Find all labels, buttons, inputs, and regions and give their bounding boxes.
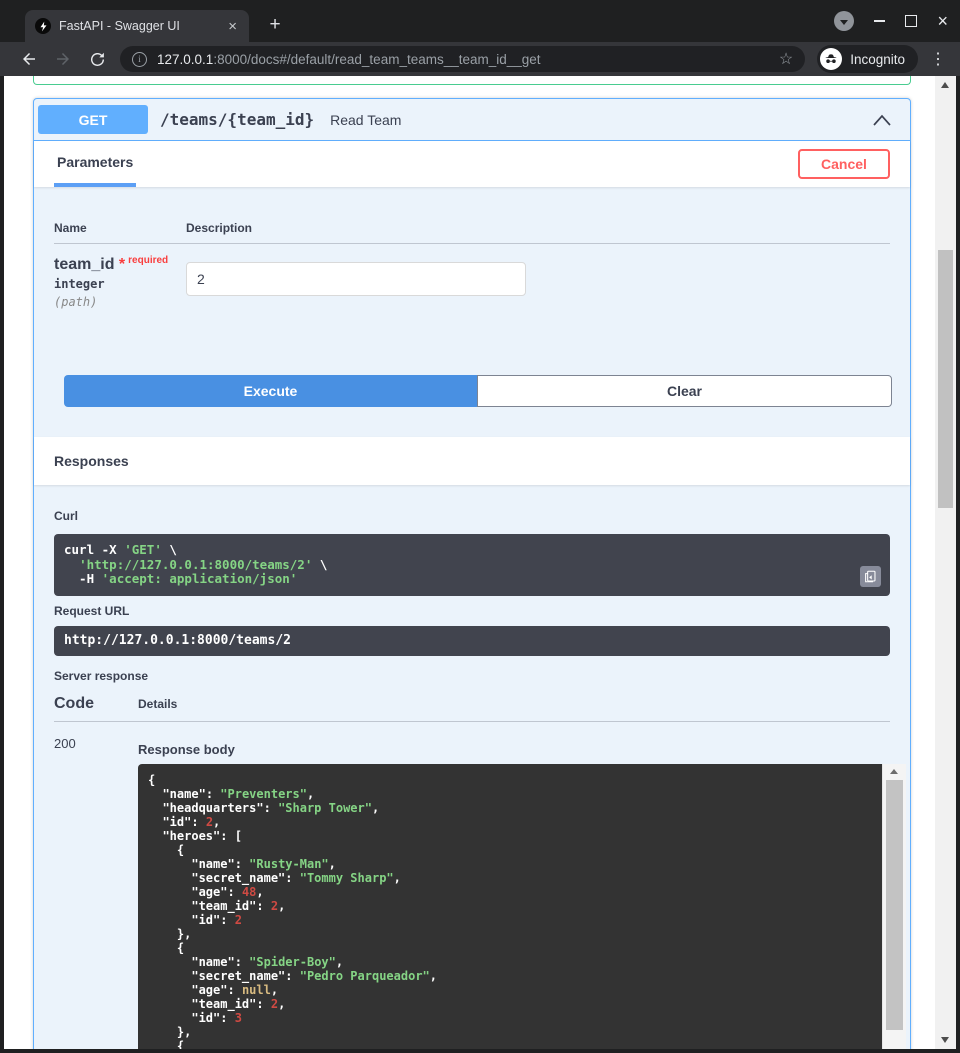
site-info-icon[interactable]: i — [132, 52, 147, 67]
forward-arrow-icon — [54, 50, 72, 68]
tab-search-button[interactable] — [834, 11, 854, 31]
new-tab-button[interactable]: + — [262, 12, 288, 38]
column-code: Code — [54, 695, 138, 713]
column-name: Name — [54, 221, 186, 235]
table-divider — [54, 243, 890, 244]
parameter-row: team_id *required integer (path) — [54, 255, 890, 309]
tab-parameters[interactable]: Parameters — [54, 141, 136, 187]
browser-toolbar: i 127.0.0.1:8000/docs#/default/read_team… — [0, 42, 960, 76]
response-body-block: { "name": "Preventers", "headquarters": … — [138, 764, 906, 1049]
incognito-badge: Incognito — [817, 45, 918, 73]
scroll-up-arrow-icon[interactable] — [941, 82, 949, 88]
scroll-down-arrow-icon[interactable] — [941, 1037, 949, 1043]
tab-title: FastAPI - Swagger UI — [59, 19, 226, 33]
parameters-table-header: Name Description — [54, 221, 890, 235]
maximize-button[interactable] — [905, 15, 917, 27]
page-scrollbar-thumb[interactable] — [938, 250, 953, 508]
scroll-up-arrow-icon[interactable] — [890, 769, 898, 774]
curl-command-block: curl -X 'GET' \ 'http://127.0.0.1:8000/t… — [54, 534, 890, 596]
status-code: 200 — [54, 734, 138, 1049]
response-body-scrollbar[interactable] — [882, 764, 906, 1049]
address-bar[interactable]: i 127.0.0.1:8000/docs#/default/read_team… — [120, 46, 805, 72]
bookmark-star-icon[interactable]: ☆ — [779, 49, 793, 69]
request-url-label: Request URL — [54, 604, 890, 618]
fastapi-logo-icon — [35, 18, 51, 34]
response-body-json: { "name": "Preventers", "headquarters": … — [138, 764, 882, 1049]
parameters-header: Parameters Cancel — [34, 141, 910, 187]
chevron-up-icon — [872, 112, 892, 128]
curl-command: curl -X 'GET' \ 'http://127.0.0.1:8000/t… — [64, 543, 880, 587]
response-row: 200 Response body { "name": "Preventers"… — [54, 734, 890, 1049]
clipboard-icon — [864, 570, 877, 583]
response-table-header: Code Details — [54, 695, 890, 713]
endpoint-summary: Read Team — [330, 112, 401, 128]
endpoint-path: /teams/{team_id} — [160, 110, 314, 129]
plus-icon: + — [269, 14, 280, 36]
tab-close-icon[interactable]: × — [226, 19, 239, 34]
clear-button[interactable]: Clear — [477, 375, 892, 407]
minimize-button[interactable] — [874, 20, 885, 22]
back-button[interactable] — [18, 48, 40, 70]
browser-tab[interactable]: FastAPI - Swagger UI × — [25, 10, 249, 42]
parameter-type: integer — [54, 277, 186, 291]
responses-title: Responses — [54, 453, 129, 469]
incognito-icon — [820, 48, 842, 70]
refresh-icon — [89, 51, 106, 68]
response-body-label: Response body — [138, 742, 906, 757]
cancel-button[interactable]: Cancel — [798, 149, 890, 179]
method-badge: GET — [38, 105, 148, 134]
previous-endpoint-block — [33, 76, 911, 85]
url-text: 127.0.0.1:8000/docs#/default/read_team_t… — [157, 52, 771, 67]
incognito-label: Incognito — [850, 52, 905, 67]
window-close-button[interactable]: × — [937, 13, 948, 29]
server-response-label: Server response — [54, 669, 890, 683]
chevron-down-icon — [840, 20, 848, 25]
required-label: required — [128, 255, 168, 266]
copy-to-clipboard-button[interactable] — [860, 566, 881, 587]
refresh-button[interactable] — [86, 48, 108, 70]
request-url-block: http://127.0.0.1:8000/teams/2 — [54, 626, 890, 656]
column-description: Description — [186, 221, 252, 235]
team-id-input[interactable] — [186, 262, 526, 296]
parameter-name: team_id *required — [54, 255, 186, 274]
collapse-button[interactable] — [872, 112, 892, 128]
execute-button[interactable]: Execute — [64, 375, 477, 407]
column-details: Details — [138, 697, 177, 711]
browser-menu-button[interactable]: ⋮ — [930, 49, 946, 69]
curl-label: Curl — [54, 509, 890, 523]
page-viewport: GET /teams/{team_id} Read Team Parameter… — [4, 76, 956, 1049]
forward-button[interactable] — [52, 48, 74, 70]
page-scrollbar[interactable] — [935, 76, 956, 1049]
table-divider — [54, 721, 890, 722]
operation-header[interactable]: GET /teams/{team_id} Read Team — [34, 99, 910, 141]
required-asterisk: * — [119, 256, 125, 273]
back-arrow-icon — [20, 50, 38, 68]
get-operation-block: GET /teams/{team_id} Read Team Parameter… — [33, 98, 911, 1049]
response-scrollbar-thumb[interactable] — [886, 780, 903, 1030]
responses-header: Responses — [34, 437, 910, 485]
browser-titlebar: FastAPI - Swagger UI × + × — [0, 0, 960, 42]
parameter-location: (path) — [54, 295, 186, 309]
